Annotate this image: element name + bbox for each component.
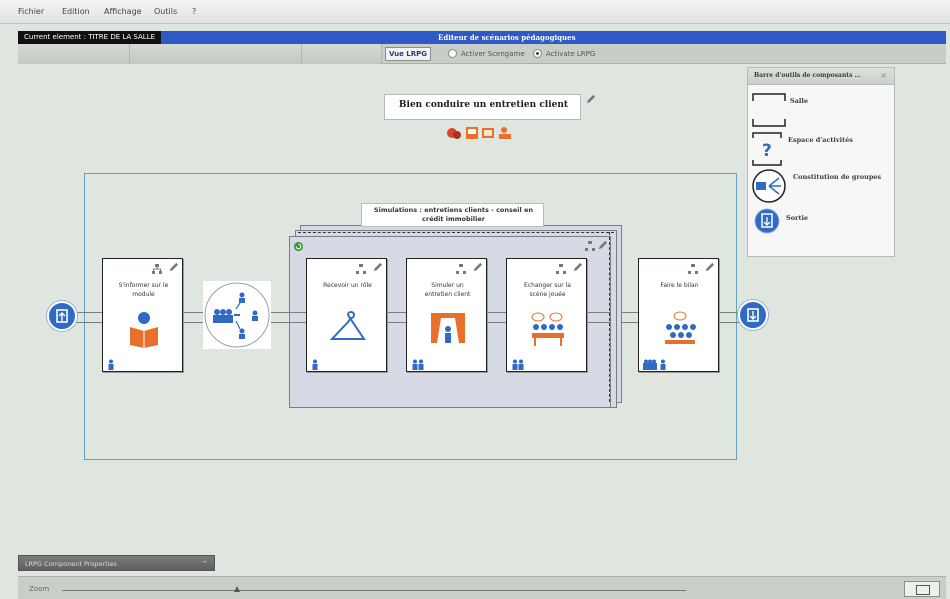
multi-group-icon (643, 359, 666, 370)
room-bracket-icon[interactable] (752, 92, 786, 128)
exit-icon[interactable] (754, 208, 780, 234)
repeat-cycle-icon[interactable] (293, 241, 304, 252)
zoom-slider-track[interactable] (62, 590, 686, 591)
simulation-label: Simulations : entretiens clients - conse… (373, 206, 534, 223)
slides-icon (466, 127, 478, 139)
hierarchy-icon[interactable] (585, 241, 595, 251)
zoom-slider-thumb[interactable] (234, 586, 240, 592)
zoom-label: Zoom (29, 585, 50, 593)
entry-door-icon (56, 309, 68, 323)
edit-pencil-icon[interactable] (572, 262, 583, 273)
activity-title: S'informer sur le module (118, 282, 169, 298)
document-icon (482, 128, 494, 138)
hierarchy-icon[interactable] (688, 264, 698, 274)
dashed-separator (609, 232, 610, 402)
activity-card[interactable]: Simuler un entretien client (406, 258, 487, 372)
hierarchy-icon[interactable] (456, 264, 466, 274)
entry-component[interactable] (47, 301, 77, 331)
palette-header[interactable]: Barre d'outils de composants ... × (748, 68, 894, 85)
audience-icon (665, 311, 696, 344)
toolbar-segment[interactable] (18, 44, 130, 64)
speaker-person-icon (499, 127, 511, 139)
edit-pencil-icon[interactable] (472, 262, 483, 273)
vue-lrpg-button[interactable]: Vue LRPG (385, 47, 431, 61)
editor-title: Editeur de scénarios pédagogiques (438, 33, 576, 42)
radio-activate-lrpg-label: Activate LRPG (546, 50, 596, 58)
activity-card[interactable]: Faire le bilan (638, 258, 719, 372)
properties-panel-header[interactable]: LRPG Component Properties – (18, 555, 215, 571)
hierarchy-icon[interactable] (356, 264, 366, 274)
discussion-group-icon (531, 312, 564, 346)
palette-item-label: Espace d'activités (788, 136, 853, 144)
edit-pencil-icon[interactable] (372, 262, 383, 273)
menu-outils[interactable]: Outils (154, 7, 177, 16)
edit-pencil-icon[interactable] (585, 94, 596, 105)
hanger-icon (329, 311, 366, 340)
scenario-title-box[interactable]: Bien conduire un entretien client (384, 94, 581, 120)
edit-pencil-icon[interactable] (704, 262, 715, 273)
palette-item-label: Constitution de groupes (793, 173, 882, 181)
palette-title: Barre d'outils de composants ... (754, 72, 861, 79)
editor-title-bar: Current element : TITRE DE LA SALLE Edit… (18, 31, 946, 44)
scenario-type-icons (447, 127, 511, 139)
palette-item-label: Sortie (786, 214, 809, 222)
svg-text:?: ? (762, 141, 772, 161)
hierarchy-icon[interactable] (152, 264, 162, 274)
reading-person-icon (130, 312, 158, 348)
menu-bar: Fichier Edition Affichage Outils ? (0, 0, 950, 24)
activity-title: Faire le bilan (660, 282, 699, 289)
activity-card[interactable]: S'informer sur le module (102, 258, 183, 372)
zoom-bar: Zoom (18, 576, 946, 599)
radio-activate-lrpg[interactable] (533, 49, 542, 58)
hierarchy-icon[interactable] (556, 264, 566, 274)
pair-people-icon (412, 359, 424, 370)
activity-card[interactable]: Recevoir un rôle (306, 258, 387, 372)
edit-pencil-icon[interactable] (168, 262, 179, 273)
properties-panel-label: LRPG Component Properties (25, 560, 117, 568)
group-formation-icon[interactable] (751, 168, 787, 204)
menu-help[interactable]: ? (192, 7, 196, 16)
dashed-separator (298, 232, 614, 233)
pair-people-icon (512, 359, 524, 370)
menu-edition[interactable]: Edition (62, 7, 90, 16)
close-icon[interactable]: × (880, 71, 887, 80)
current-element-label: Current element : TITRE DE LA SALLE (18, 31, 162, 44)
toolbar-segment[interactable] (302, 44, 382, 64)
toolbar-segment[interactable] (130, 44, 302, 64)
theater-masks-icon (447, 128, 461, 139)
radio-activer-scengame[interactable] (448, 49, 457, 58)
simulation-label-box[interactable]: Simulations : entretiens clients - conse… (361, 203, 544, 227)
exit-door-icon (747, 308, 759, 322)
menu-affichage[interactable]: Affichage (104, 7, 142, 16)
fit-to-screen-button[interactable] (904, 581, 940, 597)
view-toolbar: Vue LRPG Activer Scengame Activate LRPG (18, 44, 946, 64)
activity-title: Simuler un entretien client (424, 282, 471, 298)
scenario-title: Bien conduire un entretien client (398, 100, 569, 110)
components-palette: Barre d'outils de composants ... × Salle… (747, 67, 895, 257)
palette-item-label: Salle (790, 97, 808, 105)
menu-fichier[interactable]: Fichier (18, 7, 44, 16)
stage-curtain-icon (431, 313, 465, 343)
single-person-icon (108, 359, 114, 370)
edit-pencil-icon[interactable] (597, 240, 608, 251)
activity-title: Recevoir un rôle (323, 282, 372, 289)
radio-activer-scengame-label: Activer Scengame (461, 50, 525, 58)
single-person-icon (312, 359, 318, 370)
exit-component[interactable] (738, 300, 768, 330)
activity-space-icon[interactable]: ? (752, 132, 782, 166)
minimize-icon[interactable]: – (203, 557, 208, 567)
group-formation-component[interactable] (203, 281, 271, 349)
activity-title: Echanger sur la scène jouée (524, 282, 571, 298)
activity-card[interactable]: Echanger sur la scène jouée (506, 258, 587, 372)
